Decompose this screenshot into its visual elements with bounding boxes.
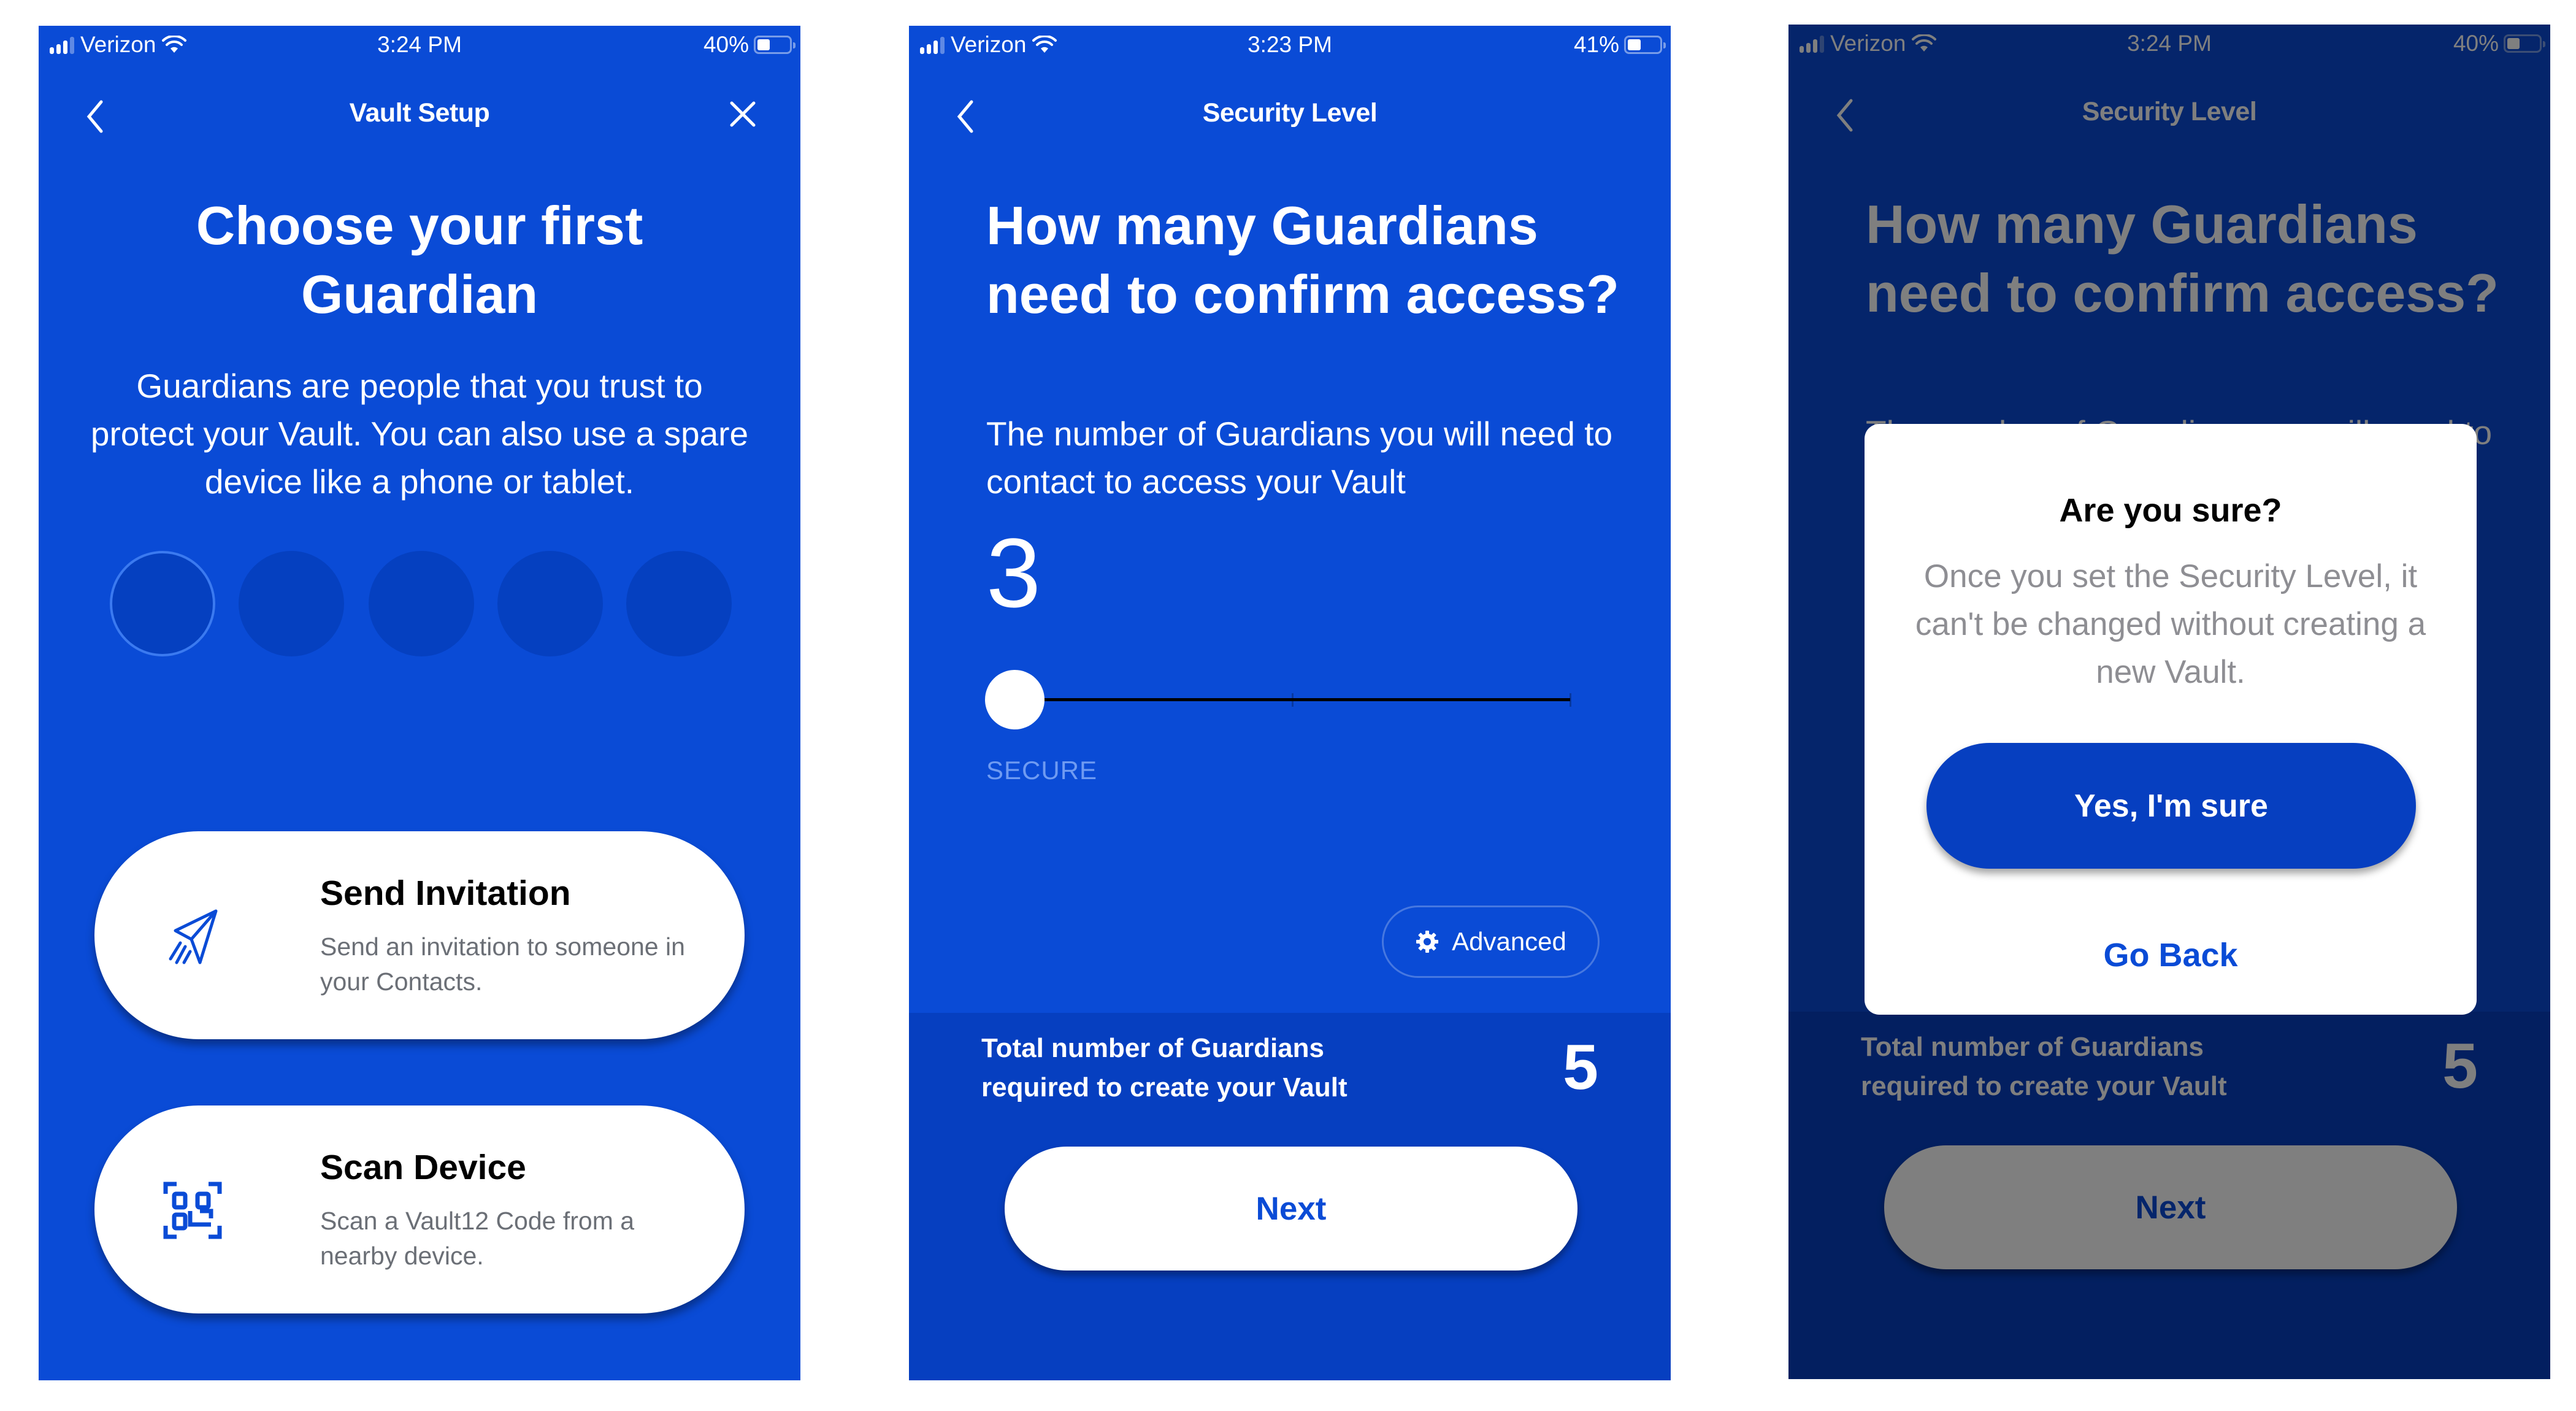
gear-icon — [1416, 931, 1439, 953]
card-title: Scan Device — [320, 1148, 526, 1187]
page-title: Choose your first Guardian — [196, 195, 643, 325]
card-title: Send Invitation — [320, 874, 571, 913]
battery-percent: 41% — [1573, 32, 1619, 57]
send-invitation-card[interactable]: Send Invitation Send an invitation to so… — [94, 831, 745, 1039]
battery-icon — [754, 36, 795, 54]
paper-plane-icon — [169, 909, 218, 964]
advanced-button[interactable]: Advanced — [1382, 905, 1600, 978]
guardian-slots — [39, 551, 800, 656]
confirm-dialog: Are you sure? Once you set the Security … — [1865, 424, 2477, 1015]
confirm-button[interactable]: Yes, I'm sure — [1926, 743, 2416, 869]
selected-count: 3 — [986, 518, 1041, 628]
slider-tick — [1292, 693, 1294, 707]
nav-bar: Vault Setup — [39, 87, 800, 136]
clock: 3:24 PM — [377, 32, 462, 57]
next-button[interactable]: Next — [1005, 1147, 1577, 1271]
vault-setup-screen: Verizon 3:24 PM 40% Vault Setup Choose y… — [39, 26, 800, 1380]
slider-thumb[interactable] — [985, 670, 1045, 729]
go-back-button[interactable]: Go Back — [1865, 936, 2477, 974]
status-bar: Verizon 3:24 PM 40% — [39, 26, 800, 64]
nav-title: Vault Setup — [349, 98, 490, 128]
guardian-slot[interactable] — [369, 551, 474, 656]
guardian-slot[interactable] — [239, 551, 344, 656]
summary-panel: Total number of Guardians required to cr… — [909, 1013, 1671, 1380]
total-guardians-label: Total number of Guardians required to cr… — [981, 1033, 1347, 1102]
slider-tick — [1570, 693, 1571, 707]
dialog-title: Are you sure? — [2059, 492, 2282, 529]
guardian-slot[interactable] — [626, 551, 732, 656]
card-description: Send an invitation to someone in your Co… — [320, 932, 685, 996]
advanced-label: Advanced — [1452, 927, 1566, 956]
nav-bar: Security Level — [909, 87, 1671, 136]
guardian-slot[interactable] — [110, 551, 215, 656]
battery-percent: 40% — [703, 32, 749, 57]
clock: 3:23 PM — [1248, 32, 1332, 57]
security-label: SECURE — [986, 756, 1098, 785]
page-description: Guardians are people that you trust to p… — [90, 367, 749, 501]
scan-device-card[interactable]: Scan Device Scan a Vault12 Code from a n… — [94, 1105, 745, 1313]
page-title: How many Guardians need to confirm acces… — [986, 195, 1619, 325]
total-guardians-value: 5 — [1563, 1032, 1598, 1103]
security-level-confirm-screen: Verizon 3:24 PM 40% Security Level How m… — [1788, 25, 2550, 1379]
status-bar: Verizon 3:23 PM 41% — [909, 26, 1671, 64]
guardian-count-slider[interactable] — [985, 669, 1574, 730]
dialog-message: Once you set the Security Level, it can'… — [1915, 558, 2426, 690]
nav-title: Security Level — [1202, 98, 1378, 128]
page-description: The number of Guardians you will need to… — [986, 415, 1613, 501]
qr-code-icon — [163, 1182, 222, 1239]
battery-icon — [1624, 36, 1666, 54]
guardian-slot[interactable] — [497, 551, 603, 656]
close-icon[interactable] — [728, 99, 757, 129]
security-level-screen: Verizon 3:23 PM 41% Security Level How m… — [909, 26, 1671, 1380]
card-description: Scan a Vault12 Code from a nearby device… — [320, 1207, 635, 1270]
